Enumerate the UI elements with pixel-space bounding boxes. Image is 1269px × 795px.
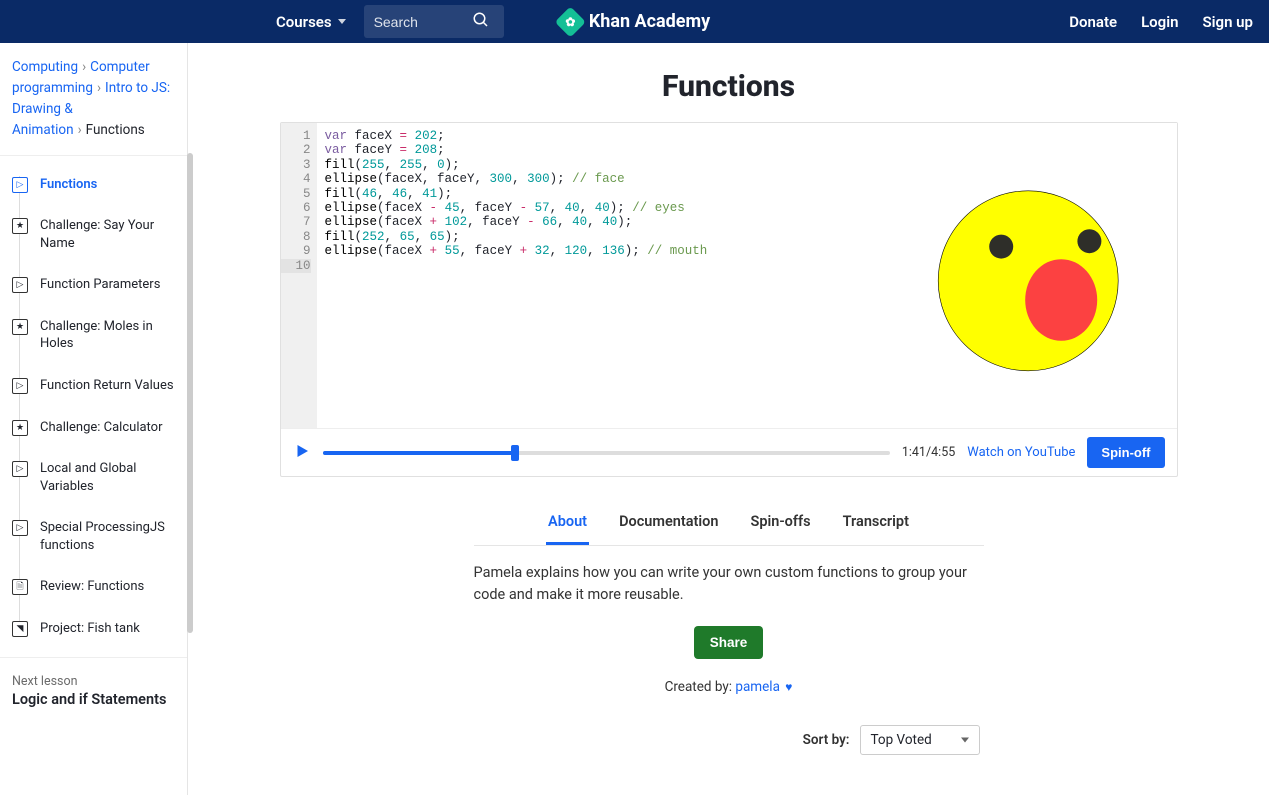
sidebar-item-label: Project: Fish tank: [40, 620, 140, 638]
lesson-list: ▷ Functions ★ Challenge: Say Your Name ▷ Func…: [0, 156, 187, 658]
sidebar-item-8[interactable]: 🗎 Review: Functions: [0, 566, 187, 608]
code-editor[interactable]: var faceX = 202;var faceY = 208;fill(255…: [317, 123, 877, 428]
breadcrumb-link[interactable]: Computing: [12, 59, 78, 75]
output-canvas: [877, 123, 1177, 428]
sidebar-item-9[interactable]: ◥ Project: Fish tank: [0, 608, 187, 650]
play-icon: ▷: [12, 520, 28, 536]
next-lesson-title: Logic and if Statements: [12, 691, 175, 708]
tab-spin-offs[interactable]: Spin-offs: [748, 505, 812, 545]
tab-documentation[interactable]: Documentation: [617, 505, 720, 545]
breadcrumb: Computing›Computer programming›Intro to …: [0, 43, 187, 156]
breadcrumb-current: Functions: [86, 122, 145, 138]
sidebar-item-1[interactable]: ★ Challenge: Say Your Name: [0, 205, 187, 264]
share-button[interactable]: Share: [694, 626, 764, 659]
courses-label: Courses: [276, 13, 332, 31]
play-icon: ▷: [12, 277, 28, 293]
sidebar-item-label: Function Parameters: [40, 276, 160, 294]
sidebar-item-0[interactable]: ▷ Functions: [0, 164, 187, 206]
play-icon: ▷: [12, 378, 28, 394]
watch-on-youtube-link[interactable]: Watch on YouTube: [967, 445, 1075, 460]
timecode: 1:41/4:55: [902, 445, 955, 460]
search-box[interactable]: [364, 5, 504, 38]
brand-name: Khan Academy: [589, 11, 710, 32]
sidebar-item-label: Review: Functions: [40, 578, 144, 596]
scrollbar-thumb[interactable]: [187, 153, 193, 633]
sidebar-item-2[interactable]: ▷ Function Parameters: [0, 264, 187, 306]
brand-icon: ✿: [554, 6, 585, 37]
play-icon: ▷: [12, 177, 28, 193]
tab-bar: About Documentation Spin-offs Transcript: [474, 505, 984, 546]
chevron-down-icon: [338, 19, 346, 24]
sidebar-item-label: Function Return Values: [40, 377, 174, 395]
sort-select[interactable]: Top Voted: [860, 725, 980, 755]
star-icon: ★: [12, 319, 28, 335]
star-icon: ★: [12, 218, 28, 234]
sidebar-item-6[interactable]: ▷ Local and Global Variables: [0, 448, 187, 507]
sidebar-item-5[interactable]: ★ Challenge: Calculator: [0, 407, 187, 449]
sidebar-item-label: Challenge: Say Your Name: [40, 217, 175, 252]
courses-menu[interactable]: Courses: [276, 13, 346, 31]
page-title: Functions: [204, 69, 1253, 104]
about-text: Pamela explains how you can write your o…: [474, 562, 984, 606]
search-input[interactable]: [374, 14, 464, 30]
doc-icon: 🗎: [12, 579, 28, 595]
main-content: Functions 12345678910 var faceX = 202;va…: [188, 43, 1269, 795]
progress-thumb[interactable]: [511, 445, 519, 461]
sidebar-item-label: Functions: [40, 176, 97, 194]
code-panel: 12345678910 var faceX = 202;var faceY = …: [280, 122, 1178, 477]
sidebar: Computing›Computer programming›Intro to …: [0, 43, 188, 795]
heart-icon: ♥: [785, 680, 792, 694]
topbar: Courses ✿ Khan Academy Donate Login Sign…: [0, 0, 1269, 43]
login-link[interactable]: Login: [1141, 13, 1178, 31]
signup-link[interactable]: Sign up: [1202, 13, 1253, 31]
created-by: Created by: pamela ♥: [204, 679, 1253, 695]
progress-track[interactable]: [323, 451, 890, 455]
sort-bar: Sort by: Top Voted: [474, 725, 984, 755]
sort-label: Sort by:: [803, 732, 850, 748]
search-icon[interactable]: [472, 11, 490, 33]
sidebar-item-label: Challenge: Calculator: [40, 419, 163, 437]
line-gutter: 12345678910: [281, 123, 317, 428]
play-icon: ▷: [12, 461, 28, 477]
tab-transcript[interactable]: Transcript: [841, 505, 911, 545]
sidebar-item-7[interactable]: ▷ Special ProcessingJS functions: [0, 507, 187, 566]
sidebar-item-3[interactable]: ★ Challenge: Moles in Holes: [0, 306, 187, 365]
brand-logo[interactable]: ✿ Khan Academy: [559, 11, 710, 33]
tab-about[interactable]: About: [546, 505, 589, 545]
proj-icon: ◥: [12, 621, 28, 637]
sidebar-item-label: Local and Global Variables: [40, 460, 175, 495]
donate-link[interactable]: Donate: [1069, 13, 1117, 31]
face-drawing: [907, 156, 1147, 396]
author-link[interactable]: pamela: [735, 679, 780, 695]
next-lesson-label: Next lesson: [12, 674, 175, 689]
sidebar-item-label: Special ProcessingJS functions: [40, 519, 175, 554]
sidebar-item-label: Challenge: Moles in Holes: [40, 318, 175, 353]
sidebar-item-4[interactable]: ▷ Function Return Values: [0, 365, 187, 407]
star-icon: ★: [12, 420, 28, 436]
progress-fill: [323, 451, 516, 455]
next-lesson-link[interactable]: Next lesson Logic and if Statements: [0, 657, 187, 724]
spin-off-button[interactable]: Spin-off: [1087, 437, 1164, 468]
player-bar: 1:41/4:55 Watch on YouTube Spin-off: [281, 428, 1177, 476]
chevron-down-icon: [961, 737, 969, 742]
play-button[interactable]: [293, 442, 311, 464]
